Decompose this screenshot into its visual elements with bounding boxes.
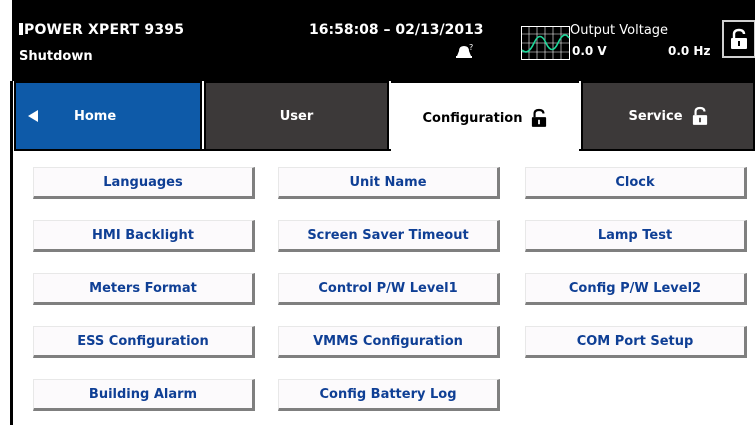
system-status: Shutdown [19, 49, 93, 64]
tab-home[interactable]: Home [14, 81, 202, 151]
unlocked-padlock-icon [692, 106, 707, 125]
lamp-test-button[interactable]: Lamp Test [525, 220, 747, 252]
tab-user-label: User [279, 108, 314, 124]
config-battery-log-button[interactable]: Config Battery Log [278, 379, 500, 411]
tab-user[interactable]: User [204, 81, 389, 151]
output-hz-value: 0.0 Hz [668, 44, 711, 58]
tab-bar: Home User Configuration Service [14, 81, 755, 153]
brand-mark [19, 23, 23, 35]
building-alarm-button[interactable]: Building Alarm [33, 379, 255, 411]
bell-with-question-icon[interactable]: ? [455, 42, 475, 60]
tab-service-label: Service [628, 108, 683, 124]
tab-home-label: Home [74, 108, 117, 124]
tab-service[interactable]: Service [581, 81, 755, 151]
sine-wave-grid-icon [521, 26, 570, 60]
screen-saver-timeout-button[interactable]: Screen Saver Timeout [278, 220, 500, 252]
left-border [10, 81, 13, 425]
configuration-screen: POWER XPERT 9395 Shutdown 16:58:08 – 02/… [0, 0, 755, 425]
com-port-setup-button[interactable]: COM Port Setup [525, 326, 747, 358]
ess-configuration-button[interactable]: ESS Configuration [33, 326, 255, 358]
control-pw-level1-button[interactable]: Control P/W Level1 [278, 273, 500, 305]
meters-format-button[interactable]: Meters Format [33, 273, 255, 305]
unit-name-button[interactable]: Unit Name [278, 167, 500, 199]
unlocked-padlock-icon [731, 28, 747, 49]
config-pw-level2-button[interactable]: Config P/W Level2 [525, 273, 747, 305]
hmi-backlight-button[interactable]: HMI Backlight [33, 220, 255, 252]
vmms-configuration-button[interactable]: VMMS Configuration [278, 326, 500, 358]
left-arrow-icon [28, 110, 38, 122]
product-name-text: POWER XPERT 9395 [24, 22, 185, 38]
clock-button[interactable]: Clock [525, 167, 747, 199]
product-name: POWER XPERT 9395 [19, 22, 184, 38]
unlocked-padlock-icon [532, 108, 547, 127]
header-bar: POWER XPERT 9395 Shutdown 16:58:08 – 02/… [12, 0, 755, 81]
date-time: 16:58:08 – 02/13/2013 [309, 22, 484, 38]
tab-configuration[interactable]: Configuration [391, 81, 579, 153]
lock-button[interactable] [722, 20, 755, 58]
tab-configuration-label: Configuration [422, 110, 523, 126]
output-voltage-label: Output Voltage [570, 23, 669, 38]
svg-text:?: ? [469, 43, 473, 52]
languages-button[interactable]: Languages [33, 167, 255, 199]
output-volts-value: 0.0 V [572, 44, 607, 58]
